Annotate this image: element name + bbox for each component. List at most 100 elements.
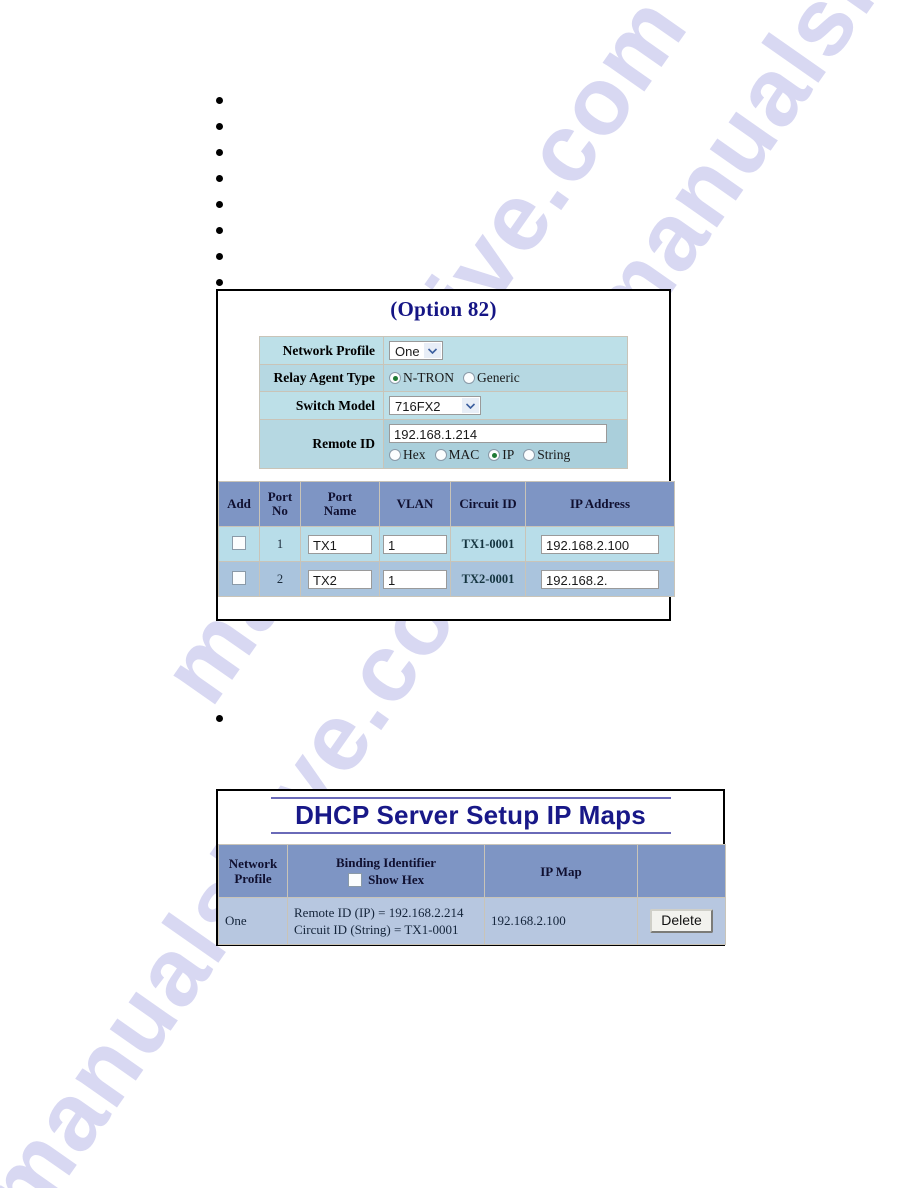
remote-id-input[interactable]: 192.168.1.214	[389, 424, 607, 443]
relay-agent-type-label: Relay Agent Type	[259, 364, 384, 392]
ip-maps-table: Network Profile Binding Identifier Show …	[218, 844, 726, 945]
delete-button[interactable]: Delete	[650, 909, 713, 933]
port-name-cell: TX2	[300, 561, 380, 597]
show-hex-label: Show Hex	[368, 871, 425, 887]
table-row: Remote ID 192.168.1.214 Hex MAC IP String	[259, 419, 628, 469]
table-row: 2 TX2 1 TX2-0001 192.168.2.	[218, 561, 675, 597]
radio-ip[interactable]	[488, 449, 501, 461]
header-vlan: VLAN	[379, 481, 451, 527]
list-item	[196, 242, 676, 268]
port-configuration-table: Add Port No Port Name VLAN Circuit ID IP…	[218, 481, 675, 597]
radio-hex[interactable]	[389, 449, 401, 461]
network-profile-value: One	[218, 897, 288, 945]
port-name-input[interactable]: TX1	[308, 534, 372, 554]
radio-ip-label: IP	[502, 447, 515, 462]
vlan-cell: 1	[379, 561, 451, 597]
header-circuit-id: Circuit ID	[450, 481, 526, 527]
option82-title: (Option 82)	[390, 297, 497, 321]
header-add: Add	[218, 481, 260, 527]
ip-address-input[interactable]: 192.168.2.100	[541, 534, 659, 554]
bullet-list-middle	[196, 704, 676, 730]
list-item	[196, 164, 676, 190]
header-ip-map: IP Map	[484, 844, 638, 898]
ip-maps-title: DHCP Server Setup IP Maps	[270, 797, 671, 834]
switch-model-cell: 716FX2	[383, 391, 628, 420]
network-profile-label: Network Profile	[259, 336, 384, 365]
header-binding-identifier: Binding Identifier Show Hex	[287, 844, 485, 898]
radio-mac-label: MAC	[448, 447, 480, 462]
relay-agent-type-radiogroup: N-TRON Generic	[389, 370, 529, 385]
switch-model-select[interactable]: 716FX2	[389, 396, 481, 415]
figure-dhcp-ip-maps: DHCP Server Setup IP Maps Network Profil…	[216, 789, 726, 946]
vlan-input[interactable]: 1	[383, 569, 447, 589]
header-port-no-line2: No	[272, 503, 288, 518]
header-port-no: Port No	[259, 481, 301, 527]
ip-map-value: 192.168.2.100	[484, 897, 638, 945]
remote-id-cell: 192.168.1.214 Hex MAC IP String	[383, 419, 628, 469]
radio-hex-label: Hex	[403, 447, 426, 462]
network-profile-select[interactable]: One	[389, 341, 443, 360]
binding-identifier-line1: Remote ID (IP) = 192.168.2.214	[294, 905, 464, 920]
table-header-row: Add Port No Port Name VLAN Circuit ID IP…	[218, 481, 675, 527]
ip-address-cell: 192.168.2.	[525, 561, 675, 597]
port-name-input[interactable]: TX2	[308, 569, 372, 589]
add-cell	[218, 561, 260, 597]
list-item	[196, 138, 676, 164]
header-network-profile-line1: Network	[228, 856, 278, 871]
figure-dhcp-option82: (Option 82) Network Profile One Relay Ag…	[216, 289, 675, 621]
radio-ntron[interactable]	[389, 372, 401, 384]
relay-agent-type-cell: N-TRON Generic	[383, 364, 628, 392]
add-checkbox[interactable]	[232, 536, 246, 550]
header-ip-address: IP Address	[525, 481, 675, 527]
list-item	[196, 190, 676, 216]
header-binding-identifier-label: Binding Identifier	[335, 854, 437, 870]
list-item	[196, 86, 676, 112]
bullet-list-top	[196, 86, 676, 294]
circuit-id-value: TX1-0001	[450, 526, 526, 562]
header-port-name: Port Name	[300, 481, 380, 527]
binding-identifier-value: Remote ID (IP) = 192.168.2.214 Circuit I…	[287, 897, 485, 945]
action-cell: Delete	[637, 897, 726, 945]
show-hex-row: Show Hex	[291, 872, 481, 888]
port-no-value: 2	[259, 561, 301, 597]
ip-address-input[interactable]: 192.168.2.	[541, 569, 659, 589]
chevron-down-icon	[462, 398, 479, 413]
switch-model-label: Switch Model	[259, 391, 384, 420]
port-name-cell: TX1	[300, 526, 380, 562]
binding-identifier-line2: Circuit ID (String) = TX1-0001	[294, 922, 459, 937]
table-row: 1 TX1 1 TX1-0001 192.168.2.100	[218, 526, 675, 562]
show-hex-checkbox[interactable]	[347, 872, 362, 887]
list-item	[196, 216, 676, 242]
add-checkbox[interactable]	[232, 571, 246, 585]
header-port-name-line2: Name	[323, 503, 357, 518]
header-action	[637, 844, 726, 898]
table-row: One Remote ID (IP) = 192.168.2.214 Circu…	[218, 897, 726, 945]
chevron-down-icon	[423, 343, 441, 358]
network-profile-cell: One	[383, 336, 628, 365]
network-profile-value: One	[395, 344, 420, 359]
remote-id-label: Remote ID	[259, 419, 384, 469]
table-row: Switch Model 716FX2	[259, 391, 628, 420]
table-row: Network Profile One	[259, 336, 628, 365]
table-row: Relay Agent Type N-TRON Generic	[259, 364, 628, 392]
header-network-profile-line2: Profile	[234, 871, 272, 886]
port-no-value: 1	[259, 526, 301, 562]
ip-address-cell: 192.168.2.100	[525, 526, 675, 562]
header-network-profile: Network Profile	[218, 844, 288, 898]
remote-id-format-radiogroup: Hex MAC IP String	[389, 447, 579, 462]
radio-ntron-label: N-TRON	[403, 370, 454, 385]
radio-mac[interactable]	[434, 449, 447, 461]
table-header-row: Network Profile Binding Identifier Show …	[218, 844, 726, 898]
list-item	[196, 112, 676, 138]
vlan-input[interactable]: 1	[383, 534, 447, 554]
add-cell	[218, 526, 260, 562]
header-port-name-line1: Port	[327, 489, 353, 504]
option82-settings-table: Network Profile One Relay Agent Type N-T…	[259, 336, 628, 469]
switch-model-value: 716FX2	[395, 399, 441, 414]
list-item	[196, 704, 676, 730]
radio-generic[interactable]	[463, 372, 475, 384]
radio-string[interactable]	[523, 449, 536, 461]
radio-generic-label: Generic	[477, 370, 520, 385]
header-port-no-line1: Port	[267, 489, 293, 504]
circuit-id-value: TX2-0001	[450, 561, 526, 597]
